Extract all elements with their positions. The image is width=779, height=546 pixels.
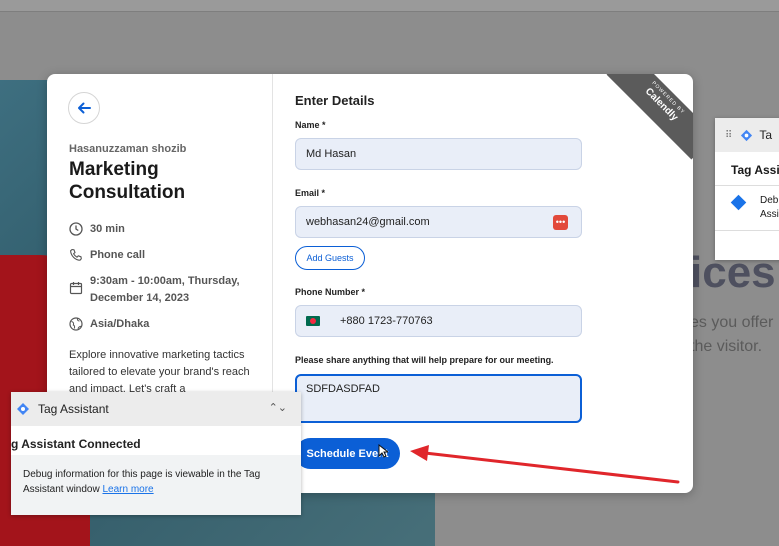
tag-assistant-side-item[interactable]: Deb Assi xyxy=(715,185,779,231)
event-timezone: Asia/Dhaka xyxy=(69,316,149,333)
event-duration: 30 min xyxy=(69,221,125,238)
bangladesh-flag-icon[interactable] xyxy=(306,316,320,326)
tag-assistant-title: Tag Assistant xyxy=(38,402,109,416)
password-manager-icon[interactable]: ••• xyxy=(553,215,568,230)
phone-icon xyxy=(70,248,82,261)
name-input[interactable]: Md Hasan xyxy=(295,138,582,170)
clock-icon xyxy=(69,222,83,236)
side-item-line-2: Assi xyxy=(760,209,779,220)
event-datetime-text: 9:30am - 10:00am, Thursday, December 14,… xyxy=(90,275,240,304)
browser-top-bar xyxy=(0,0,779,12)
email-input-value: webhasan24@gmail.com xyxy=(306,216,430,228)
name-input-value: Md Hasan xyxy=(306,148,357,160)
form-section-title: Enter Details xyxy=(295,93,375,108)
tag-assistant-status: g Assistant Connected xyxy=(11,437,141,451)
phone-label: Phone Number * xyxy=(295,287,366,297)
mouse-cursor-icon xyxy=(378,444,388,458)
phone-input-value: +880 1723-770763 xyxy=(340,315,433,327)
background-subtext-line-2: the visitor. xyxy=(690,338,763,355)
notes-textarea-value: SDFDASDFAD xyxy=(306,383,380,395)
event-duration-text: 30 min xyxy=(90,223,125,235)
collapse-chevron-icon[interactable]: ⌃⌄ xyxy=(269,401,287,414)
event-location-text: Phone call xyxy=(90,249,146,261)
tag-assistant-header: Tag Assistant ⌃⌄ xyxy=(11,392,301,426)
tag-assistant-side-item-text: Deb Assi xyxy=(760,194,779,222)
event-description: Explore innovative marketing tactics tai… xyxy=(69,349,250,395)
host-name: Hasanuzzaman shozib xyxy=(69,143,187,155)
email-input[interactable]: webhasan24@gmail.com ••• xyxy=(295,206,582,238)
event-location: Phone call xyxy=(69,247,145,264)
add-guests-button[interactable]: Add Guests xyxy=(295,246,365,270)
arrow-left-icon xyxy=(78,102,91,114)
tag-assistant-logo-icon xyxy=(17,403,29,415)
email-label: Email * xyxy=(295,188,326,198)
notes-textarea[interactable]: SDFDASDFAD xyxy=(295,374,582,423)
tag-assistant-panel: Tag Assistant ⌃⌄ g Assistant Connected D… xyxy=(11,392,301,515)
notes-label: Please share anything that will help pre… xyxy=(295,355,554,365)
globe-icon xyxy=(69,317,83,331)
calendar-icon xyxy=(69,282,83,295)
tag-assistant-debug-info: Debug information for this page is viewa… xyxy=(11,455,301,515)
background-subtext-line-1: es you offer xyxy=(690,314,774,331)
phone-input[interactable]: +880 1723-770763 xyxy=(295,305,582,337)
event-timezone-text: Asia/Dhaka xyxy=(90,318,150,330)
event-datetime: 9:30am - 10:00am, Thursday, December 14,… xyxy=(69,273,254,307)
debug-diamond-icon xyxy=(730,194,747,211)
tag-assistant-side-title: Ta xyxy=(759,128,773,142)
name-label: Name * xyxy=(295,120,326,130)
back-button[interactable] xyxy=(68,92,100,124)
tag-assistant-side-panel: ⠿ Ta Tag Assis Deb Assi xyxy=(715,118,779,260)
event-title: Marketing Consultation xyxy=(69,159,186,203)
tag-assistant-side-logo-icon xyxy=(741,129,753,141)
tag-assistant-side-header: ⠿ Ta xyxy=(715,118,779,152)
booking-form: Enter Details Name * Md Hasan Email * we… xyxy=(273,74,693,493)
drag-handle-icon[interactable]: ⠿ xyxy=(725,130,732,141)
tag-assistant-side-subtitle: Tag Assis xyxy=(731,163,779,177)
side-item-line-1: Deb xyxy=(760,195,779,206)
learn-more-link[interactable]: Learn more xyxy=(102,484,153,495)
